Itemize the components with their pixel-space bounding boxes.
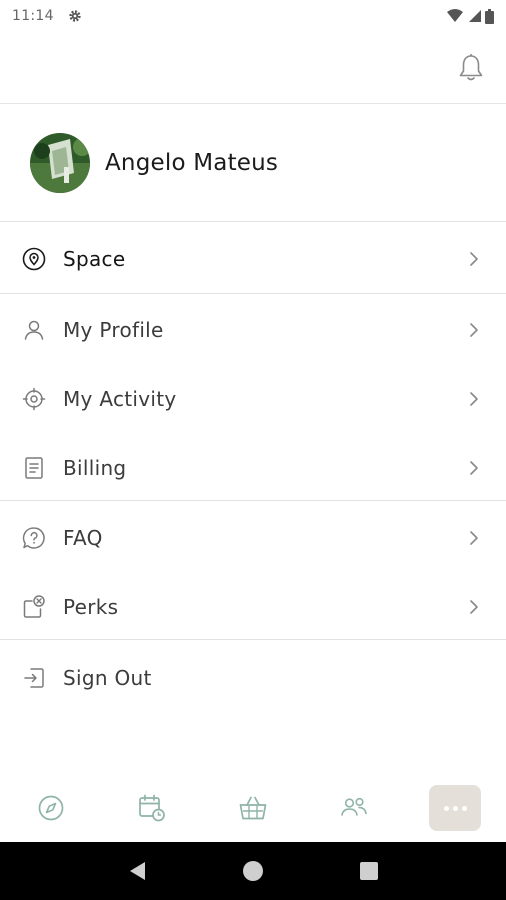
people-icon (341, 797, 368, 816)
chevron-right-icon (470, 322, 478, 337)
document-icon (21, 455, 47, 481)
more-button[interactable] (429, 785, 482, 831)
tab-explore[interactable] (0, 775, 101, 841)
settings-gear-icon (69, 10, 81, 22)
menu-item-my-profile[interactable]: My Profile (0, 295, 506, 364)
top-bar (0, 32, 506, 104)
menu-item-faq-label: FAQ (63, 525, 103, 550)
recents-icon[interactable] (359, 861, 379, 881)
signal-icon (469, 10, 481, 22)
menu-item-perks[interactable]: Perks (0, 572, 506, 641)
menu-item-sign-out-label: Sign Out (63, 665, 152, 690)
chevron-right-icon (470, 251, 478, 266)
more-dot (443, 805, 449, 811)
menu-item-faq[interactable]: FAQ (0, 503, 506, 572)
menu-item-sign-out[interactable]: Sign Out (0, 643, 506, 712)
divider (0, 293, 506, 294)
person-icon (21, 317, 47, 343)
location-pin-icon (21, 246, 47, 272)
calendar-clock-icon (138, 794, 165, 822)
menu-item-space[interactable]: Space (0, 224, 506, 293)
coupon-icon (21, 594, 47, 620)
system-nav-bar (0, 842, 506, 900)
profile-name: Angelo Mateus (105, 150, 279, 176)
menu-item-my-activity[interactable]: My Activity (0, 364, 506, 433)
bell-icon (459, 54, 483, 81)
more-dot (461, 805, 467, 811)
tab-community[interactable] (304, 775, 405, 841)
menu-item-my-profile-label: My Profile (63, 317, 164, 342)
tab-shop[interactable] (202, 775, 303, 841)
chevron-right-icon (470, 530, 478, 545)
more-dot (452, 805, 458, 811)
battery-icon (485, 8, 494, 24)
chevron-right-icon (470, 599, 478, 614)
back-icon[interactable] (127, 860, 147, 882)
menu-item-my-activity-label: My Activity (63, 386, 177, 411)
compass-icon (38, 795, 63, 821)
menu-item-perks-label: Perks (63, 594, 119, 619)
menu-item-billing[interactable]: Billing (0, 433, 506, 502)
status-bar: 11:14 (0, 0, 506, 32)
profile-header[interactable]: Angelo Mateus (0, 105, 506, 222)
chevron-right-icon (470, 460, 478, 475)
home-icon[interactable] (242, 860, 264, 882)
avatar (30, 133, 90, 193)
question-bubble-icon (21, 525, 47, 551)
tab-bookings[interactable] (101, 775, 202, 841)
tab-more[interactable] (405, 775, 506, 841)
menu-item-space-label: Space (63, 246, 126, 271)
bottom-tab-bar (0, 775, 506, 841)
target-icon (21, 386, 47, 412)
wifi-icon (447, 9, 463, 22)
sign-out-icon (21, 665, 47, 691)
menu-item-billing-label: Billing (63, 455, 127, 480)
basket-icon (239, 796, 267, 820)
chevron-right-icon (470, 391, 478, 406)
status-time: 11:14 (12, 8, 54, 24)
notifications-button[interactable] (456, 52, 486, 84)
divider (0, 639, 506, 640)
divider (0, 500, 506, 501)
